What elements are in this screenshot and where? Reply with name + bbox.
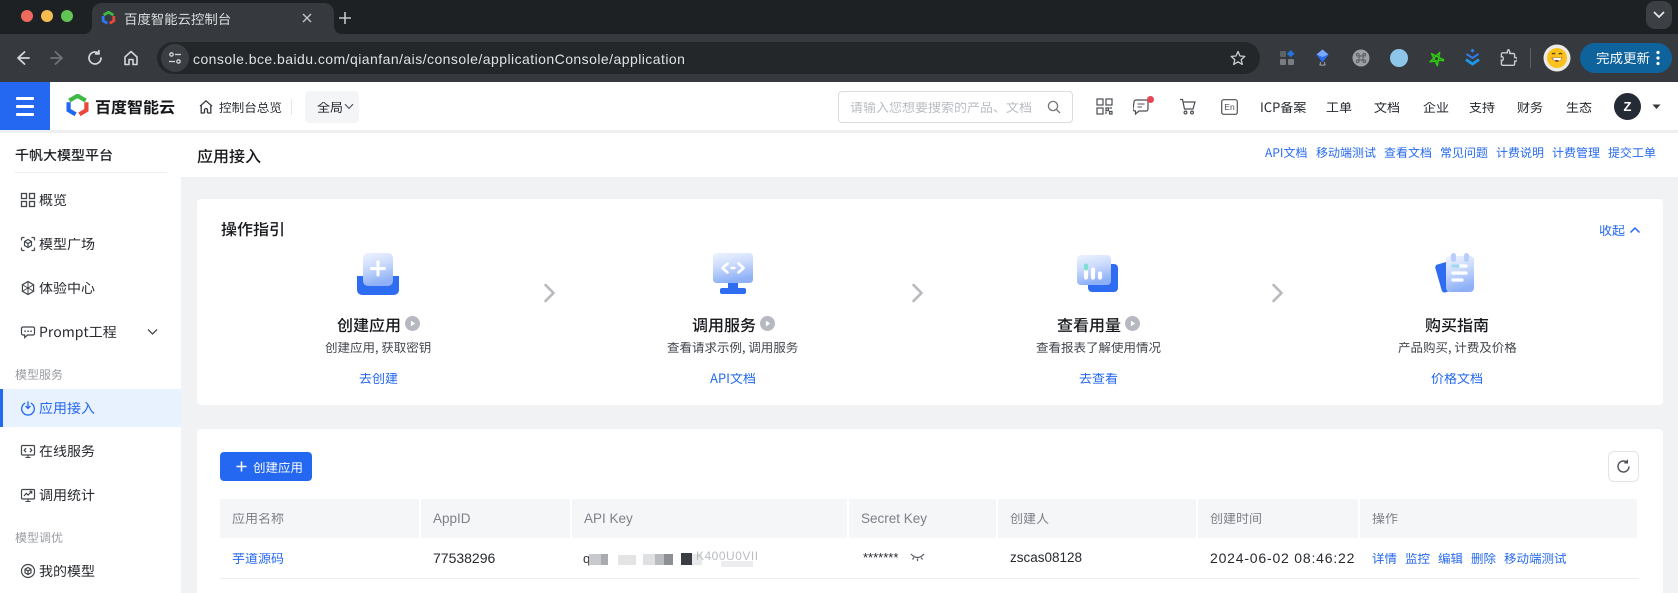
svg-text:En: En (1224, 102, 1235, 112)
